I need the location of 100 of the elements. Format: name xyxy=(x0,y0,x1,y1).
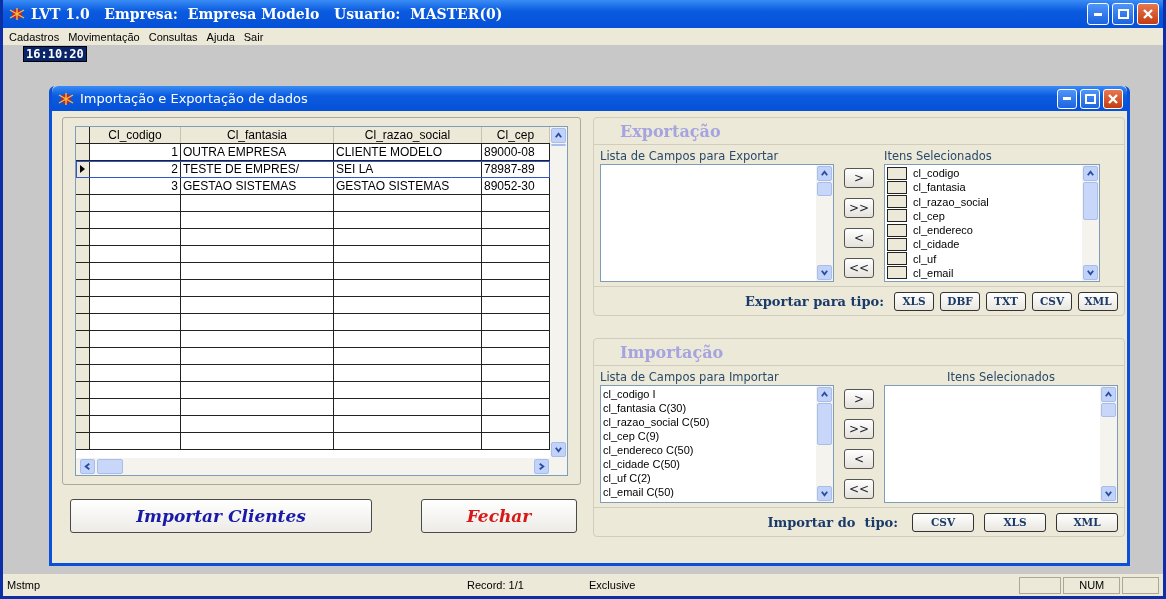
minimize-button[interactable] xyxy=(1087,3,1109,25)
list-item[interactable]: cl_codigo xyxy=(913,166,960,181)
field-list[interactable] xyxy=(600,164,834,282)
list-item[interactable]: cl_fantasia C(30) xyxy=(603,401,814,415)
scroll-up-button[interactable] xyxy=(817,166,832,181)
row-indicator[interactable] xyxy=(76,365,90,381)
list-item[interactable]: cl_email xyxy=(913,265,954,280)
list-item[interactable]: cl_fantasia xyxy=(913,180,966,195)
format-button[interactable]: CSV xyxy=(912,512,974,532)
format-button[interactable]: XLS xyxy=(894,291,934,311)
list-item[interactable]: cl_endereco xyxy=(913,223,973,238)
scroll-up-button[interactable] xyxy=(1101,387,1116,402)
close-button[interactable] xyxy=(1137,3,1159,25)
field-list[interactable]: cl_codigo I cl_fantasia C(30) cl_razao_social C(50) cl_cep C(9) cl_endereco C(50) cl_cidade C(50) cl_uf C(2) cl_email C(50) xyxy=(600,385,834,503)
list-item[interactable]: cl_razao_social C(50) xyxy=(603,415,814,429)
menu-item[interactable]: Movimentação xyxy=(68,30,140,43)
list-item[interactable]: cl_uf xyxy=(913,251,937,266)
list-item[interactable]: cl_razao_social xyxy=(913,194,989,209)
minimize-button[interactable] xyxy=(1057,88,1077,109)
maximize-button[interactable] xyxy=(1112,3,1134,25)
row-indicator[interactable] xyxy=(76,348,90,364)
row-indicator[interactable] xyxy=(76,212,90,228)
format-button[interactable]: XLS xyxy=(984,512,1046,532)
move-button[interactable]: > xyxy=(844,168,874,188)
row-indicator[interactable] xyxy=(76,246,90,262)
checkbox[interactable] xyxy=(887,180,907,194)
checkbox[interactable] xyxy=(887,237,907,251)
row-indicator[interactable] xyxy=(76,297,90,313)
selected-list[interactable]: cl_codigo cl_fantasia cl_razao_social cl_cep cl_endereco cl_cidade cl_uf cl_email xyxy=(884,164,1100,282)
list-item[interactable]: cl_uf C(2) xyxy=(603,471,814,485)
row-indicator[interactable] xyxy=(76,144,90,160)
row-indicator[interactable] xyxy=(76,416,90,432)
scroll-up-button[interactable] xyxy=(551,128,566,143)
move-button[interactable]: << xyxy=(844,479,874,499)
move-button[interactable]: > xyxy=(844,389,874,409)
checkbox[interactable] xyxy=(887,166,907,180)
close-button[interactable] xyxy=(1103,88,1123,109)
row-indicator[interactable] xyxy=(76,433,90,449)
list-item[interactable]: cl_cidade C(50) xyxy=(603,457,814,471)
move-button[interactable]: << xyxy=(844,258,874,278)
column-header[interactable]: Cl_fantasia xyxy=(181,127,334,143)
row-indicator[interactable] xyxy=(76,399,90,415)
row-indicator[interactable] xyxy=(76,382,90,398)
data-grid[interactable]: Cl_codigo Cl_fantasia Cl_razao_social Cl_cep 1 OUTRA EMPRESA CLIENTE MODELO 89000-08 2 TESTE DE EMPRES/ SEI LA 78987-89 3 GESTAO SISTEMAS GESTAO SISTEMAS 89052-30 xyxy=(75,126,568,476)
checkbox[interactable] xyxy=(887,223,907,237)
format-button[interactable]: DBF xyxy=(940,291,980,311)
row-indicator[interactable] xyxy=(76,280,90,296)
vertical-scrollbar[interactable] xyxy=(1082,165,1099,281)
menu-item[interactable]: Sair xyxy=(243,30,264,43)
vertical-scrollbar[interactable] xyxy=(816,386,833,502)
scroll-up-button[interactable] xyxy=(817,387,832,402)
horizontal-scrollbar[interactable] xyxy=(76,458,567,475)
list-item[interactable]: cl_codigo I xyxy=(603,387,814,401)
menu-item[interactable]: Cadastros xyxy=(9,30,60,43)
row-indicator[interactable] xyxy=(76,314,90,330)
action-button[interactable]: Fechar xyxy=(421,499,577,533)
format-button[interactable]: XML xyxy=(1056,512,1118,532)
row-indicator[interactable] xyxy=(76,161,90,177)
row-indicator[interactable] xyxy=(76,263,90,279)
format-button[interactable]: TXT xyxy=(986,291,1026,311)
list-item[interactable]: cl_endereco C(50) xyxy=(603,443,814,457)
scroll-right-button[interactable] xyxy=(534,459,549,474)
move-button[interactable]: < xyxy=(844,228,874,248)
scroll-thumb[interactable] xyxy=(551,144,566,146)
scroll-thumb[interactable] xyxy=(1101,403,1116,417)
row-indicator[interactable] xyxy=(76,178,90,194)
checkbox[interactable] xyxy=(887,266,907,280)
selected-list[interactable] xyxy=(884,385,1118,503)
list-item[interactable]: cl_cidade xyxy=(913,237,960,252)
format-button[interactable]: CSV xyxy=(1032,291,1072,311)
scroll-up-button[interactable] xyxy=(1083,166,1098,181)
row-indicator[interactable] xyxy=(76,195,90,211)
checkbox[interactable] xyxy=(887,252,907,266)
scroll-down-button[interactable] xyxy=(1101,486,1116,501)
scroll-thumb[interactable] xyxy=(1083,182,1098,220)
move-button[interactable]: >> xyxy=(844,419,874,439)
scroll-thumb[interactable] xyxy=(97,459,123,474)
vertical-scrollbar[interactable] xyxy=(1100,386,1117,502)
vertical-scrollbar[interactable] xyxy=(816,165,833,281)
row-indicator[interactable] xyxy=(76,331,90,347)
scroll-thumb[interactable] xyxy=(817,182,832,196)
list-item[interactable]: cl_cep xyxy=(913,208,945,223)
vertical-scrollbar[interactable] xyxy=(550,127,567,458)
menu-item[interactable]: Consultas xyxy=(148,30,198,43)
scroll-left-button[interactable] xyxy=(80,459,95,474)
scroll-down-button[interactable] xyxy=(817,486,832,501)
format-button[interactable]: XML xyxy=(1078,291,1118,311)
move-button[interactable]: >> xyxy=(844,198,874,218)
scroll-down-button[interactable] xyxy=(817,265,832,280)
scroll-down-button[interactable] xyxy=(1083,265,1098,280)
checkbox[interactable] xyxy=(887,195,907,209)
list-item[interactable]: cl_email C(50) xyxy=(603,485,814,499)
menu-item[interactable]: Ajuda xyxy=(206,30,235,43)
checkbox[interactable] xyxy=(887,209,907,223)
move-button[interactable]: < xyxy=(844,449,874,469)
maximize-button[interactable] xyxy=(1080,88,1100,109)
column-header[interactable]: Cl_codigo xyxy=(90,127,181,143)
row-indicator[interactable] xyxy=(76,229,90,245)
column-header[interactable]: Cl_razao_social xyxy=(334,127,482,143)
action-button[interactable]: Importar Clientes xyxy=(70,499,372,533)
